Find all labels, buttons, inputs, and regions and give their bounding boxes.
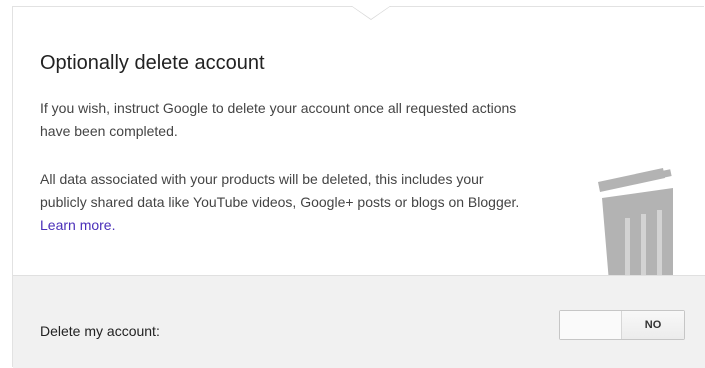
delete-account-label: Delete my account: (40, 323, 160, 339)
toggle-track (560, 311, 622, 339)
intro-paragraph: If you wish, instruct Google to delete y… (40, 100, 517, 139)
learn-more-link[interactable]: Learn more. (40, 217, 115, 233)
section-title: Optionally delete account (40, 52, 265, 74)
trash-can-icon (598, 168, 673, 282)
toggle-knob: NO (622, 311, 684, 339)
delete-account-card: Optionally delete account If you wish, i… (12, 6, 705, 368)
delete-account-footer: Delete my account: NO (13, 275, 705, 368)
toggle-state-label: NO (644, 319, 662, 331)
data-deletion-paragraph: All data associated with your products w… (40, 168, 520, 237)
data-deletion-text: All data associated with your products w… (40, 171, 520, 210)
delete-account-toggle[interactable]: NO (559, 310, 685, 340)
